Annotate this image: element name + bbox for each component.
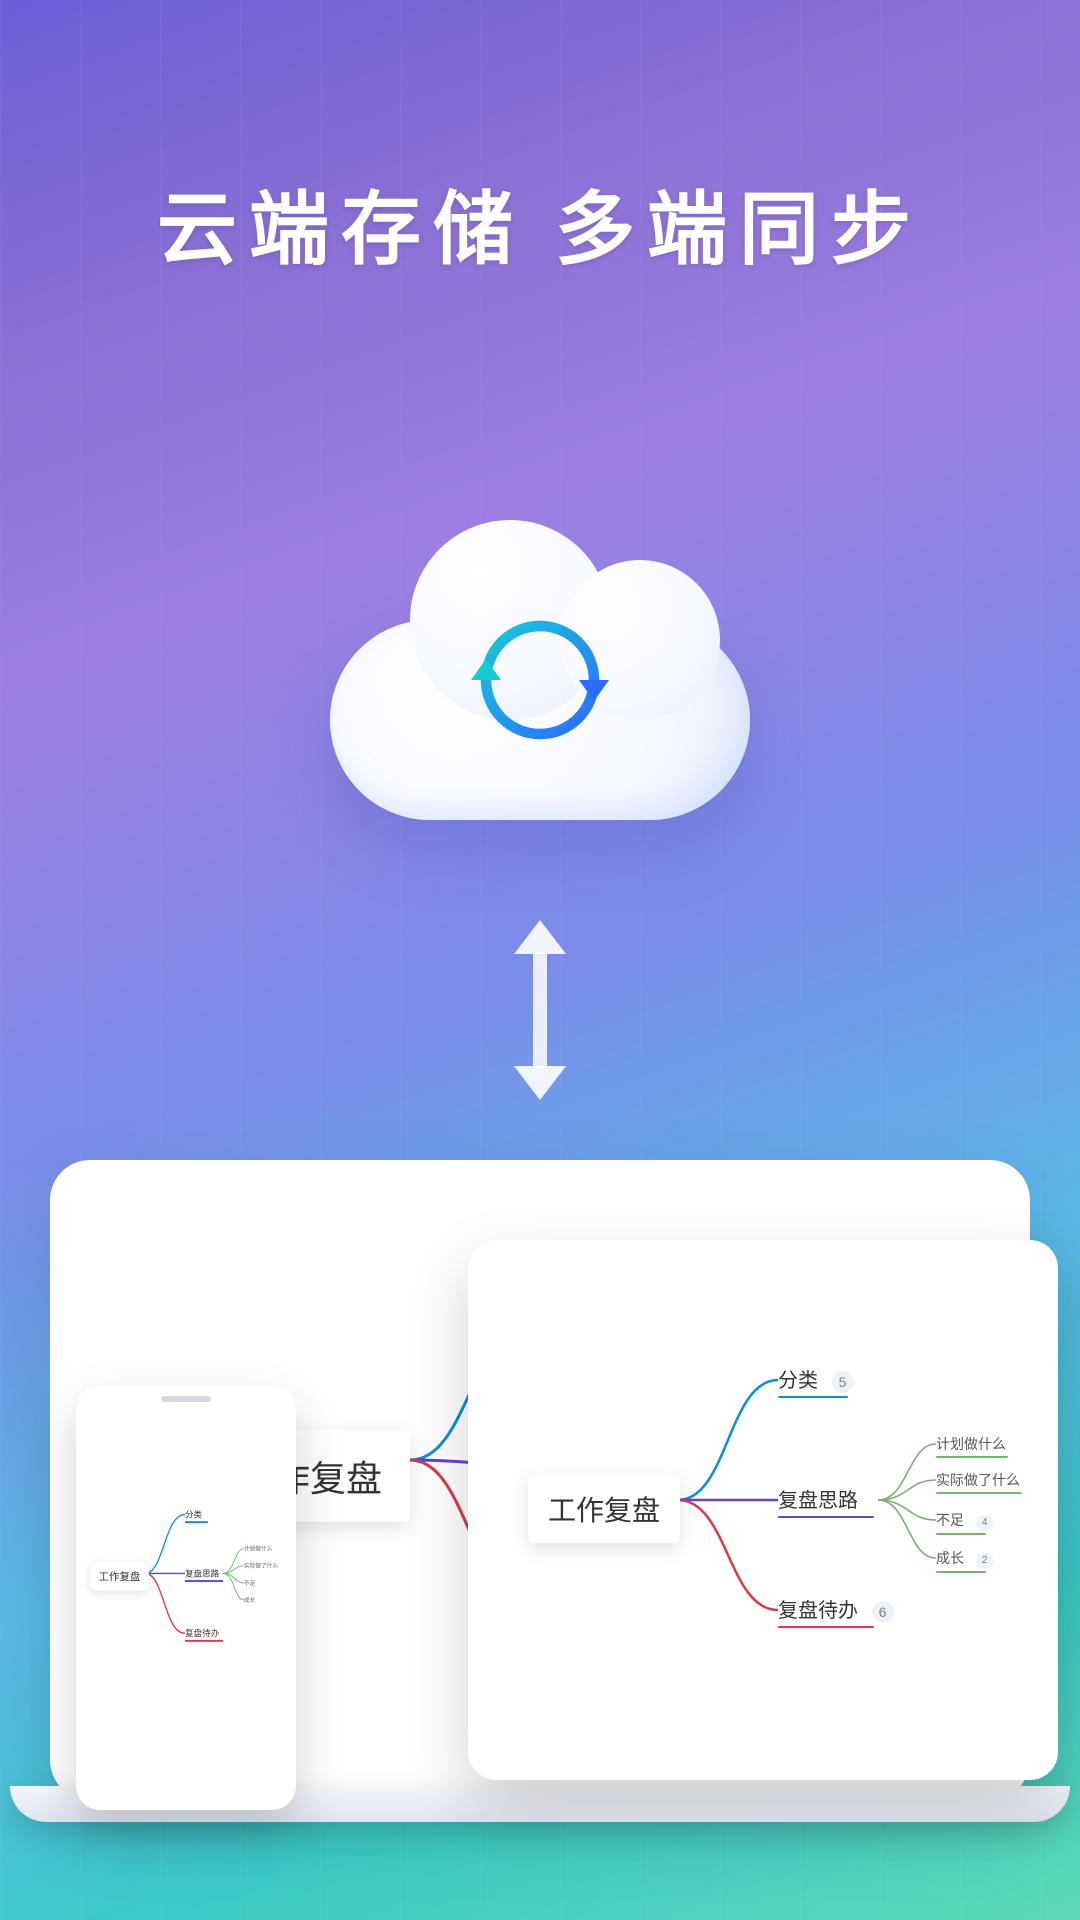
mindmap-child-category: 分类 (185, 1508, 208, 1523)
mindmap-sub-plan: 计划做什么 (244, 1544, 273, 1553)
phone-device: 工作复盘 分类 复盘思路 复盘待办 计划做什么 实际做了什么 不足 成长 (76, 1386, 296, 1810)
cloud-sync-graphic (280, 480, 800, 880)
sync-icon (465, 605, 615, 755)
mindmap-tablet: 工作复盘 分类 5 复盘思路 复盘待办 6 计划做什么 实际做了什么 不足 4 (528, 1320, 1048, 1700)
mindmap-root: 工作复盘 (90, 1562, 149, 1591)
mindmap-sub-plan: 计划做什么 (936, 1434, 1008, 1458)
mindmap-root: 工作复盘 (528, 1475, 680, 1543)
tablet-device: 工作复盘 分类 5 复盘思路 复盘待办 6 计划做什么 实际做了什么 不足 4 (468, 1240, 1058, 1780)
mindmap-sub-lack: 不足 (244, 1578, 255, 1587)
mindmap-child-thinking: 复盘思路 (778, 1484, 874, 1518)
page-headline: 云端存储多端同步 (0, 165, 1080, 281)
mindmap-child-todo: 复盘待办 6 (778, 1594, 894, 1628)
updown-arrow-icon (500, 920, 580, 1100)
mindmap-child-todo: 复盘待办 (185, 1627, 223, 1642)
headline-part2: 多端同步 (555, 185, 923, 274)
headline-part1: 云端存储 (157, 185, 525, 274)
mindmap-sub-actual: 实际做了什么 (244, 1561, 278, 1570)
mindmap-sub-lack: 不足 4 (936, 1510, 993, 1535)
mindmap-phone: 工作复盘 分类 复盘思路 复盘待办 计划做什么 实际做了什么 不足 成长 (90, 1486, 280, 1695)
mindmap-sub-grow: 成长 (244, 1595, 255, 1604)
mindmap-child-thinking: 复盘思路 (185, 1567, 223, 1582)
mindmap-sub-actual: 实际做了什么 (936, 1470, 1022, 1494)
mindmap-child-category: 分类 5 (778, 1364, 854, 1398)
mindmap-sub-grow: 成长 2 (936, 1548, 993, 1573)
